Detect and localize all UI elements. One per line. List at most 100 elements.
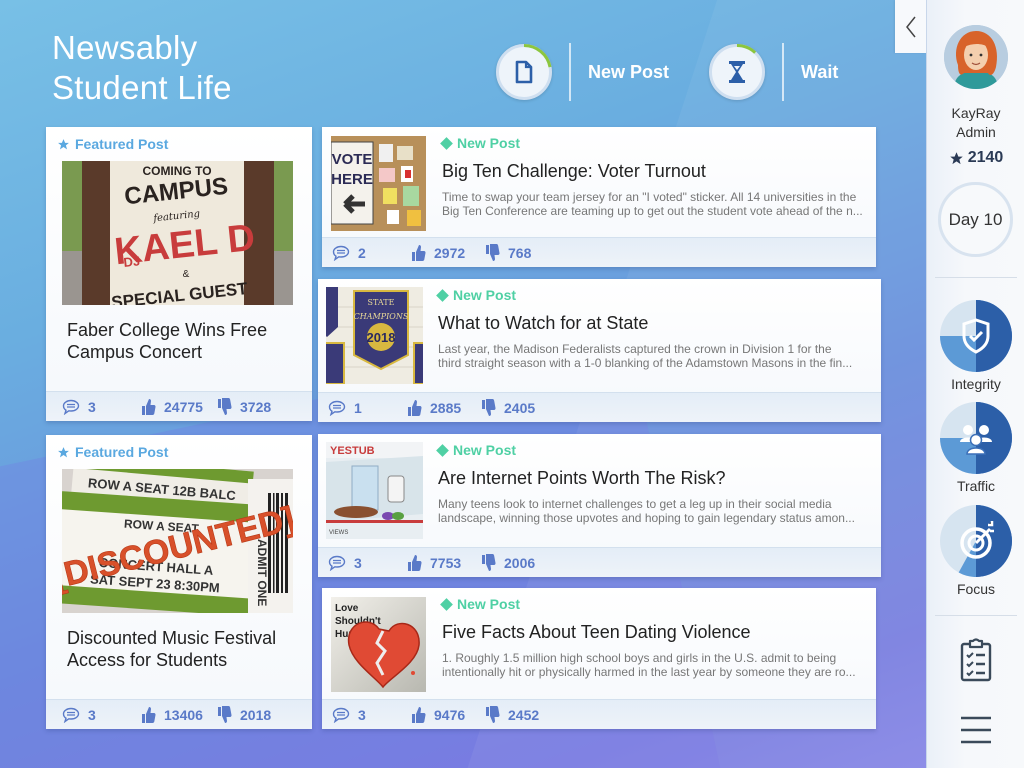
likes-stat[interactable]: 7753 bbox=[406, 554, 461, 572]
comments-stat[interactable]: 1 bbox=[328, 400, 362, 416]
menu-button[interactable] bbox=[927, 716, 1024, 744]
comments-stat[interactable]: 3 bbox=[328, 555, 362, 571]
post-description-line: Time to swap your team jersey for an "I … bbox=[442, 190, 857, 204]
comments-count: 1 bbox=[354, 399, 362, 416]
featured-tag-label: Featured Post bbox=[75, 136, 169, 152]
post-description-line: landscape, winning those upvotes and hop… bbox=[438, 511, 855, 525]
comments-stat[interactable]: 3 bbox=[62, 399, 96, 415]
new-post-tag-label: New Post bbox=[457, 135, 521, 151]
chevron-left-icon bbox=[905, 16, 916, 37]
post-card[interactable]: YESTUB VIEWS New Post Are Internet Point… bbox=[318, 434, 881, 577]
focus-meter[interactable] bbox=[940, 505, 1012, 577]
integrity-label: Integrity bbox=[951, 376, 1001, 392]
post-card[interactable]: Love Shouldn't Hurt. New Post Five Facts… bbox=[322, 588, 876, 729]
post-card[interactable]: STATE CHAMPIONS 2018 New Post What to Wa… bbox=[318, 279, 881, 422]
likes-stat[interactable]: 9476 bbox=[410, 706, 465, 724]
new-post-tag: New Post bbox=[440, 596, 520, 612]
comment-icon bbox=[332, 707, 350, 723]
image-text: HERE bbox=[331, 171, 373, 188]
traffic-meter[interactable] bbox=[940, 402, 1012, 474]
dislikes-stat[interactable]: 2452 bbox=[484, 705, 540, 724]
comments-stat[interactable]: 2 bbox=[332, 245, 366, 261]
featured-tag: Featured Post bbox=[57, 444, 168, 460]
post-description-line: Last year, the Madison Federalists captu… bbox=[438, 342, 832, 356]
thumbs-up-icon bbox=[412, 244, 426, 261]
post-thumbnail: YESTUB VIEWS bbox=[326, 442, 423, 539]
new-post-tag-label: New Post bbox=[453, 287, 517, 303]
sidebar: KayRay Admin 2140 Day 10 Integrity Traff… bbox=[926, 0, 1024, 768]
featured-tag-label: Featured Post bbox=[75, 444, 169, 460]
divider bbox=[569, 43, 571, 101]
post-thumbnail: ROW A SEAT 12B BALC ROW A SEAT CONCERT H… bbox=[62, 469, 293, 613]
image-text: ADMIT ONE bbox=[255, 539, 269, 606]
image-text: VIEWS bbox=[329, 530, 348, 536]
wait-button[interactable]: Wait bbox=[709, 43, 838, 101]
avatar[interactable] bbox=[944, 25, 1008, 89]
likes-stat[interactable]: 2885 bbox=[406, 399, 461, 417]
post-description: Last year, the Madison Federalists captu… bbox=[438, 342, 866, 370]
image-text: Love bbox=[335, 603, 359, 614]
likes-stat[interactable]: 13406 bbox=[140, 706, 203, 724]
new-post-button[interactable]: New Post bbox=[496, 43, 669, 101]
image-text: YESTUB bbox=[330, 445, 375, 457]
dislikes-stat[interactable]: 2006 bbox=[480, 553, 535, 572]
new-post-tag: New Post bbox=[436, 442, 516, 458]
diamond-icon bbox=[436, 288, 449, 302]
comments-stat[interactable]: 3 bbox=[332, 707, 366, 723]
likes-count: 7753 bbox=[430, 554, 462, 571]
likes-stat[interactable]: 24775 bbox=[140, 398, 203, 416]
post-title[interactable]: Five Facts About Teen Dating Violence bbox=[442, 622, 751, 643]
divider bbox=[782, 43, 784, 101]
post-title[interactable]: Big Ten Challenge: Voter Turnout bbox=[442, 161, 706, 182]
progress-arc bbox=[523, 44, 552, 68]
dislikes-stat[interactable]: 768 bbox=[484, 243, 531, 262]
post-card[interactable]: VOTE HERE New Post Big Ten Challenge: Vo… bbox=[322, 127, 876, 267]
post-description-line: third straight season with a 1-0 blankin… bbox=[438, 356, 853, 370]
dislikes-stat[interactable]: 2405 bbox=[480, 398, 535, 417]
post-stats: 3 9476 2452 bbox=[322, 699, 876, 729]
score: 2140 bbox=[927, 149, 1024, 167]
new-post-progress-ring[interactable] bbox=[496, 44, 552, 100]
thumbs-down-icon bbox=[482, 553, 496, 571]
integrity-meter[interactable] bbox=[940, 300, 1012, 372]
day-counter: Day 10 bbox=[938, 182, 1013, 257]
post-title[interactable]: Are Internet Points Worth The Risk? bbox=[438, 468, 725, 489]
featured-post-card[interactable]: Featured Post COMING TO CAMPUS featuring… bbox=[46, 127, 312, 421]
post-description: Many teens look to internet challenges t… bbox=[438, 497, 866, 525]
thumbs-up-icon bbox=[142, 398, 156, 415]
new-post-tag: New Post bbox=[436, 287, 517, 303]
comments-stat[interactable]: 3 bbox=[62, 707, 96, 723]
thumbs-up-icon bbox=[408, 399, 422, 416]
post-stats: 3 7753 2006 bbox=[318, 547, 881, 577]
comments-count: 3 bbox=[88, 398, 96, 415]
collapse-sidebar-button[interactable] bbox=[895, 0, 926, 53]
user-name: KayRay bbox=[951, 105, 1001, 121]
thumbs-down-icon bbox=[482, 398, 496, 416]
post-thumbnail: STATE CHAMPIONS 2018 bbox=[326, 287, 423, 384]
tasks-button[interactable] bbox=[927, 638, 1024, 682]
comments-count: 3 bbox=[354, 554, 362, 571]
likes-stat[interactable]: 2972 bbox=[410, 244, 465, 262]
post-description-line: Big Ten Conference are teaming up to get… bbox=[442, 204, 863, 218]
featured-post-card[interactable]: Featured Post ROW A SEAT 12B BALC ROW A … bbox=[46, 435, 312, 729]
dislikes-count: 2452 bbox=[508, 706, 540, 723]
dislikes-stat[interactable]: 2018 bbox=[216, 705, 272, 724]
post-title[interactable]: Faber College Wins Free Campus Concert bbox=[67, 319, 287, 363]
post-title[interactable]: What to Watch for at State bbox=[438, 313, 648, 334]
hamburger-menu-icon bbox=[961, 716, 991, 744]
post-stats: 2 2972 768 bbox=[322, 237, 876, 267]
wait-label[interactable]: Wait bbox=[801, 62, 838, 83]
likes-count: 9476 bbox=[434, 706, 466, 723]
thumbs-down-icon bbox=[218, 397, 232, 415]
new-post-tag: New Post bbox=[440, 135, 521, 151]
dislikes-count: 3728 bbox=[240, 398, 272, 415]
post-stats: 1 2885 2405 bbox=[318, 392, 881, 422]
brand-name: Newsably bbox=[52, 29, 198, 66]
image-text: 2018 bbox=[367, 330, 396, 345]
post-stats: 3 13406 2018 bbox=[46, 699, 312, 729]
new-post-label[interactable]: New Post bbox=[588, 62, 669, 83]
post-title[interactable]: Discounted Music Festival Access for Stu… bbox=[67, 627, 287, 671]
dislikes-stat[interactable]: 3728 bbox=[216, 397, 272, 416]
dislikes-count: 2018 bbox=[240, 706, 272, 723]
wait-progress-ring[interactable] bbox=[709, 44, 765, 100]
